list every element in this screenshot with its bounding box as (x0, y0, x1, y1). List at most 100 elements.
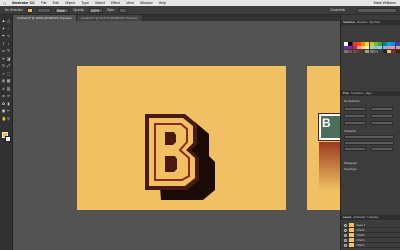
panel-tab[interactable]: Align (366, 91, 372, 96)
layer-row[interactable]: <Path> (341, 243, 400, 248)
menu-view[interactable]: View (126, 1, 134, 5)
gradient-icon[interactable]: ▥ (7, 86, 11, 91)
panel-tab[interactable]: Brushes (357, 20, 367, 25)
graph-icon[interactable]: ▮ (7, 101, 11, 106)
mesh-icon[interactable]: # (2, 86, 6, 91)
swatch-grid (344, 42, 400, 54)
menu-file[interactable]: File (41, 1, 47, 5)
artboard-2[interactable]: B (307, 66, 340, 210)
letter-b-artwork[interactable] (77, 66, 286, 210)
layers-panel-tabs: Layers Artboards Libraries (341, 215, 400, 220)
artboard-1[interactable] (77, 66, 286, 210)
lasso-icon[interactable]: ◌ (7, 26, 11, 31)
symbol-sprayer-icon[interactable]: ✿ (2, 101, 6, 106)
width-icon[interactable]: ≈ (2, 71, 6, 76)
eye-icon[interactable] (344, 228, 347, 232)
layer-thumbnail (349, 228, 354, 232)
menu-edit[interactable]: Edit (53, 1, 59, 5)
letter-counter-top (165, 132, 176, 145)
canvas[interactable]: B (13, 21, 340, 250)
eye-icon[interactable] (344, 223, 347, 227)
layer-name: <Path> (356, 233, 366, 237)
panel-tab[interactable]: Libraries (368, 215, 379, 220)
shape-builder-icon[interactable]: ◍ (2, 79, 6, 83)
letter-counter-bottom (165, 156, 177, 172)
free-transform-icon[interactable]: ⬚ (7, 71, 11, 76)
panel-tab[interactable]: Swatches (343, 20, 355, 25)
menu-object[interactable]: Object (65, 1, 75, 5)
selection-icon[interactable]: ▲ (2, 19, 6, 23)
right-panels: Swatches Brushes Symbols Prop Transform Alig… (340, 15, 400, 250)
rotate-icon[interactable]: ↻ (2, 64, 6, 68)
type-icon[interactable]: T (2, 41, 6, 46)
panel-tab[interactable]: Transform (351, 91, 364, 96)
layers-list: Layer 1 <Path> <Path> <Path> <Path> (341, 223, 400, 248)
property-field[interactable] (371, 107, 393, 111)
brush-basic-dropdown[interactable]: Basic (55, 7, 70, 13)
menu-select[interactable]: Select (95, 1, 105, 5)
artboard2-shadow (319, 142, 340, 190)
eye-icon[interactable] (344, 243, 347, 247)
pen-icon[interactable]: ✒ (2, 34, 6, 38)
property-field[interactable] (344, 114, 366, 118)
fill-swatch-control[interactable] (27, 7, 34, 13)
artboard-icon[interactable]: ▣ (2, 109, 6, 113)
eyedropper-icon[interactable]: ⌀ (2, 94, 6, 98)
app-menu[interactable]: Illustrator CC (12, 1, 35, 5)
apple-icon[interactable]:  (3, 1, 6, 6)
style-label: Style: (106, 8, 115, 12)
paintbrush-icon[interactable]: ✎ (7, 49, 11, 53)
layer-name: <Path> (356, 228, 366, 232)
opentype-label: OpenType (344, 167, 357, 171)
user-name[interactable]: Mark Williams (374, 1, 396, 5)
character-label: Character (344, 129, 357, 133)
panel-tab[interactable]: Artboards (353, 215, 365, 220)
paragraph-label: Paragraph (344, 161, 358, 165)
control-bar: No Selection Basic Opacity: 100% Style: … (0, 6, 400, 15)
style-dropdown[interactable] (118, 7, 127, 13)
leading-field[interactable] (371, 147, 393, 151)
eraser-icon[interactable]: ◪ (7, 56, 11, 61)
menu-help[interactable]: Help (159, 1, 166, 5)
layer-thumbnail (349, 223, 354, 227)
scale-icon[interactable]: ⤢ (7, 64, 11, 68)
magic-wand-icon[interactable]: ✦ (2, 26, 6, 31)
zoom-icon[interactable]: ⚲ (7, 116, 11, 121)
stroke-weight-field[interactable] (37, 7, 52, 13)
swatches-panel-tabs: Swatches Brushes Symbols (341, 20, 400, 25)
font-size-field[interactable] (344, 147, 366, 151)
blend-icon[interactable]: ∞ (7, 94, 11, 98)
selection-status: No Selection (5, 8, 24, 12)
eye-icon[interactable] (344, 238, 347, 242)
eye-icon[interactable] (344, 233, 347, 237)
curvature-icon[interactable]: ∿ (7, 34, 11, 38)
perspective-icon[interactable]: ▦ (7, 79, 11, 83)
layer-name: <Path> (356, 243, 366, 247)
menu-type[interactable]: Type (81, 1, 89, 5)
opacity-label: Opacity: (73, 8, 85, 12)
stroke-color-swatch[interactable] (5, 136, 11, 142)
rectangle-icon[interactable]: ▭ (2, 49, 6, 53)
opacity-field[interactable]: 100% (88, 7, 103, 13)
font-family-field[interactable] (344, 135, 394, 139)
pencil-icon[interactable]: ✏ (2, 56, 6, 61)
panel-tab[interactable]: Symbols (369, 20, 380, 25)
property-field[interactable] (371, 114, 393, 118)
search-input[interactable] (357, 7, 397, 13)
color-swatch[interactable] (395, 49, 400, 54)
panel-tab[interactable]: Layers (343, 215, 351, 220)
appearance-panel-tabs: Prop Transform Align (341, 91, 400, 96)
property-field[interactable] (344, 107, 366, 111)
panel-tab[interactable]: Prop (343, 91, 349, 96)
direct-selection-icon[interactable]: △ (7, 19, 11, 23)
property-field[interactable] (344, 121, 366, 125)
tools-panel: ▲ △ ✦ ◌ ✒ ∿ T / ▭ ✎ ✏ ◪ ↻ ⤢ ≈ ⬚ ◍ ▦ # ▥ ⌀ ∞ ✿ ▮ ▣ ✂ ✋ ⚲ (0, 15, 13, 250)
hand-icon[interactable]: ✋ (2, 116, 7, 121)
menu-effect[interactable]: Effect (111, 1, 120, 5)
slice-icon[interactable]: ✂ (7, 109, 11, 113)
line-icon[interactable]: / (7, 41, 11, 46)
menu-window[interactable]: Window (140, 1, 153, 5)
property-field[interactable] (371, 121, 393, 125)
font-style-field[interactable] (344, 141, 394, 145)
layer-thumbnail (349, 233, 354, 237)
